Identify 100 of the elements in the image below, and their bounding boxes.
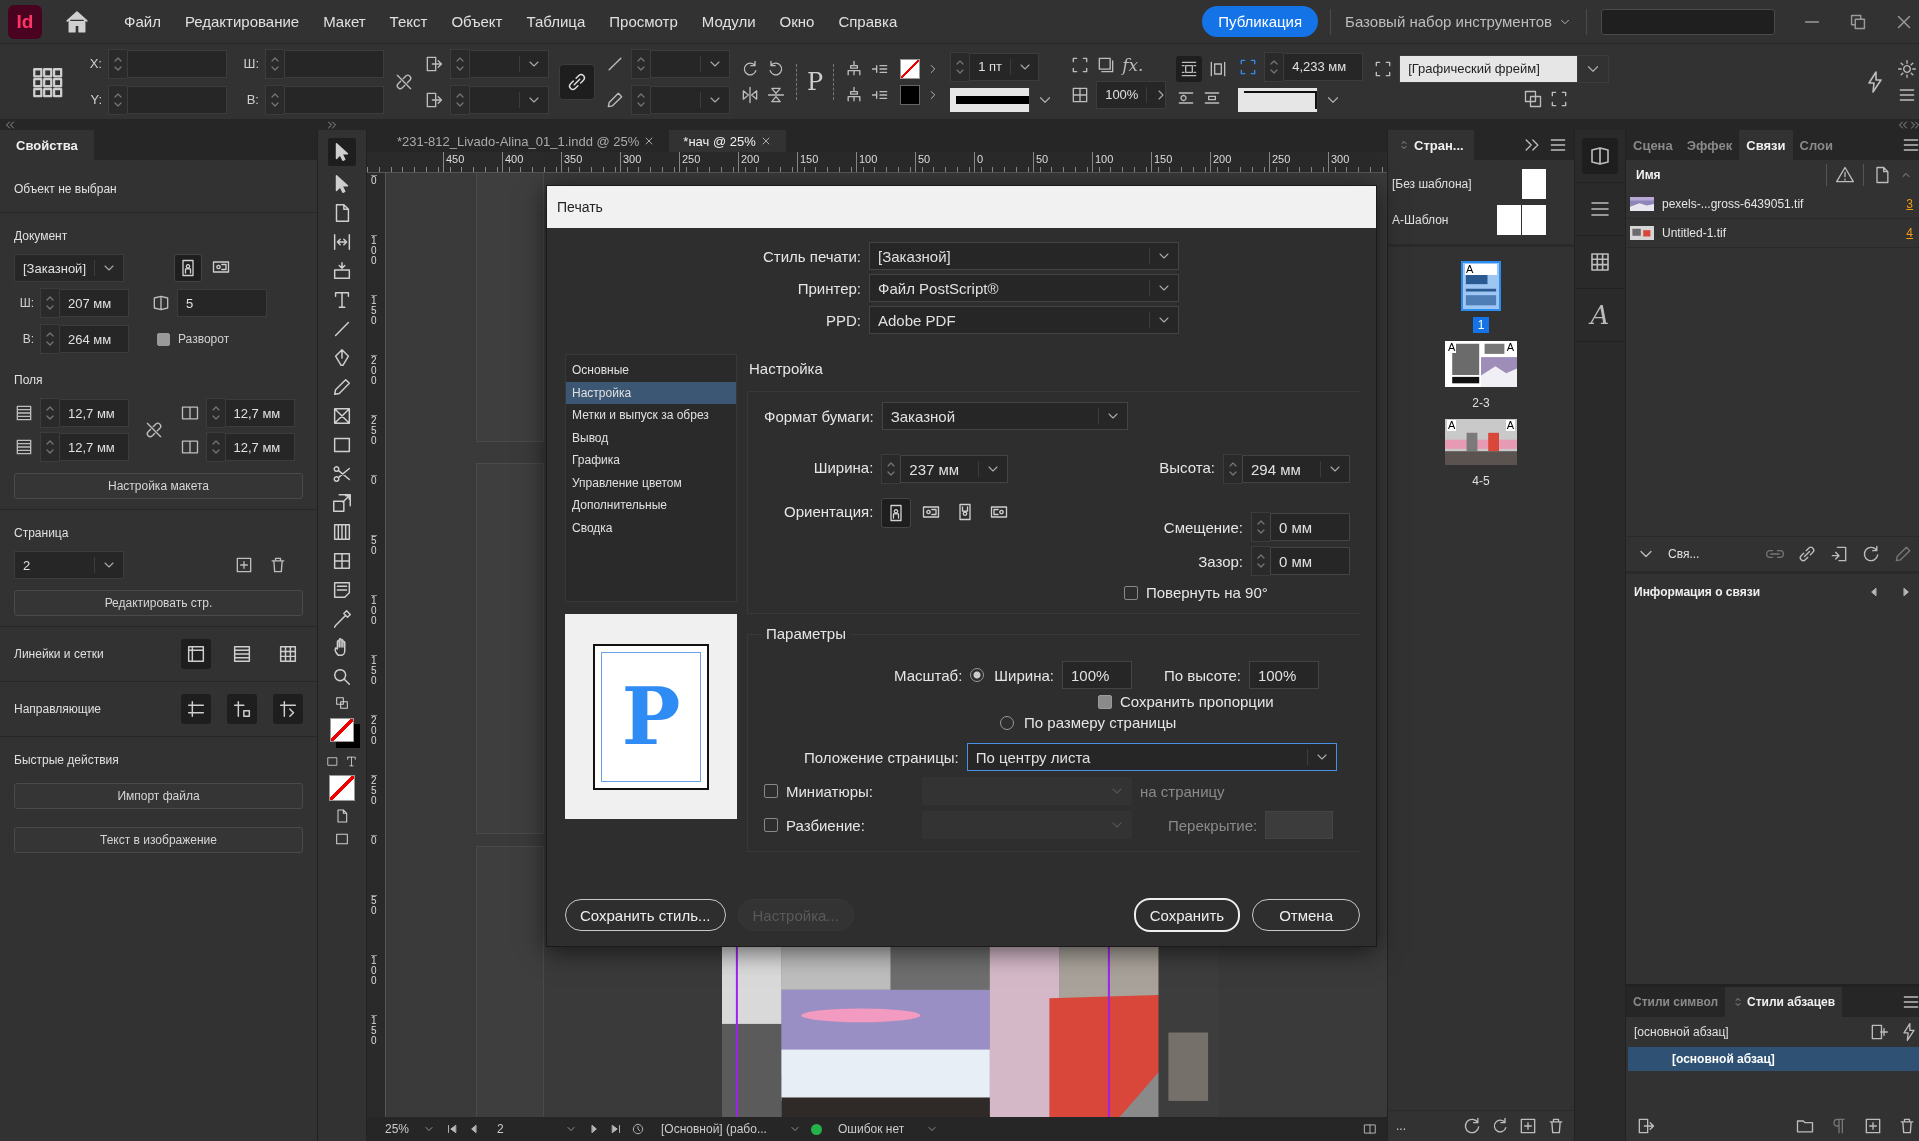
broken-link-icon[interactable]	[143, 420, 164, 440]
panel-tab[interactable]: Стран...	[1388, 130, 1474, 160]
menu-item[interactable]: Справка	[826, 13, 910, 30]
object-style-dropdown[interactable]: [Графический фрейм]	[1399, 54, 1610, 83]
scale-width-radio[interactable]: Ширина:	[970, 666, 1054, 684]
action-button[interactable]: Импорт файла	[14, 783, 303, 809]
search-icon[interactable]	[331, 666, 353, 688]
link-icon[interactable]	[559, 63, 595, 100]
page-link[interactable]: 3	[1906, 197, 1913, 211]
style-item[interactable]: [основной абзац]	[1628, 1047, 1919, 1071]
list-item[interactable]: Метки и выпуск за обрез	[566, 404, 736, 427]
spinner-icon[interactable]	[1251, 546, 1270, 576]
portrait-button[interactable]	[174, 254, 202, 282]
publish-button[interactable]: Публикация	[1202, 6, 1319, 37]
spinner-icon[interactable]	[40, 432, 59, 462]
link-icon[interactable]	[1797, 543, 1817, 564]
spinner-icon[interactable]	[40, 288, 59, 318]
list-item[interactable]: Графика	[566, 449, 736, 472]
fill-swatch[interactable]	[900, 58, 921, 79]
thumbnails-checkbox[interactable]: Миниатюры:	[764, 782, 914, 800]
menu-item[interactable]: Объект	[439, 13, 515, 30]
dialog-button[interactable]: Сохранить	[1133, 898, 1241, 932]
input-field[interactable]: 0 мм	[1270, 547, 1350, 575]
layout-button[interactable]: Настройка макета	[14, 473, 303, 499]
smart-guides-icon[interactable]	[273, 694, 303, 724]
rotate-checkbox[interactable]: Повернуть на 90°	[1124, 584, 1350, 601]
panel-tab[interactable]: Свойства	[0, 130, 94, 160]
apply-none-swatch[interactable]	[329, 775, 355, 801]
link-info-toggle[interactable]: Свя...	[1668, 546, 1700, 561]
input-field[interactable]: 12,7 мм	[59, 433, 129, 461]
update-icon[interactable]	[1861, 543, 1881, 564]
spinner-icon[interactable]	[1223, 454, 1242, 484]
list-item[interactable]: Управление цветом	[566, 471, 736, 494]
spinner-icon[interactable]	[40, 398, 59, 428]
panel-tab[interactable]: Сцена	[1626, 130, 1680, 160]
list-item[interactable]: Сводка	[566, 516, 736, 539]
panel-tab[interactable]: Стили символ	[1626, 987, 1726, 1017]
frame-tool-icon[interactable]	[331, 405, 353, 427]
tiling-checkbox[interactable]: Разбиение:	[764, 816, 914, 834]
note-icon[interactable]	[331, 579, 353, 601]
page-dropdown[interactable]: 2	[14, 551, 124, 579]
opacity-field[interactable]: 100%	[1096, 80, 1167, 109]
master-thumbnail[interactable]	[1497, 205, 1546, 235]
input-field[interactable]: 100%	[1062, 661, 1132, 689]
new-style-icon[interactable]	[1869, 1022, 1889, 1042]
orientation-button[interactable]	[881, 498, 912, 528]
input-field[interactable]: 12,7 мм	[224, 399, 295, 427]
menu-item[interactable]: Текст	[377, 13, 440, 30]
list-item[interactable]: Дополнительные	[566, 494, 736, 517]
effects-button[interactable]: fx.	[1122, 54, 1144, 75]
preset-dropdown[interactable]: [Заказной]	[14, 254, 124, 282]
rulers-icon[interactable]	[181, 639, 211, 669]
panel-tab[interactable]: Стили абзацев	[1725, 987, 1843, 1017]
first-page-icon[interactable]	[445, 1122, 459, 1136]
paper-size-dropdown[interactable]: Заказной	[881, 402, 1128, 430]
panel-tab[interactable]: Эффек	[1679, 130, 1740, 160]
selection-tool-icon[interactable]	[328, 138, 356, 166]
master-thumbnail[interactable]	[1522, 169, 1546, 199]
pages-icon[interactable]	[1582, 138, 1618, 174]
menu-item[interactable]: Файл	[112, 13, 173, 30]
action-button[interactable]: Текст в изображение	[14, 827, 303, 853]
app-logo[interactable]: Id	[8, 4, 42, 39]
file-name[interactable]: pexels-...gross-6439051.tif	[1662, 197, 1804, 211]
text-wrap-icon[interactable]	[1176, 55, 1203, 82]
gap-tool-icon[interactable]	[331, 231, 353, 253]
stroke-style-dropdown[interactable]	[950, 87, 1061, 112]
stroke-weight-dropdown[interactable]: 1 пт	[969, 52, 1040, 81]
page-thumbnail[interactable]: A	[1461, 261, 1501, 311]
frame-glyph-button[interactable]: P	[796, 63, 835, 100]
input-field[interactable]: 264 мм	[59, 325, 129, 353]
pencil-tool-icon[interactable]	[331, 376, 353, 398]
stroke-swatch[interactable]	[900, 84, 921, 105]
guides-icon[interactable]	[181, 694, 211, 724]
page-position-dropdown[interactable]: По центру листа	[966, 743, 1337, 771]
page-thumbnail[interactable]: A A	[1443, 417, 1519, 467]
last-page-icon[interactable]	[609, 1122, 623, 1136]
input-field[interactable]: 12,7 мм	[59, 399, 129, 427]
character-styles-button[interactable]: A	[1590, 300, 1610, 330]
workspace-switcher[interactable]: Базовый набор инструментов	[1331, 13, 1586, 30]
dropdown[interactable]: Adobe PDF	[869, 306, 1179, 334]
panel-tab[interactable]: Слои	[1792, 130, 1840, 160]
menu-item[interactable]: Окно	[767, 13, 827, 30]
document-tab[interactable]: *нач @ 25%	[669, 130, 786, 152]
list-item[interactable]: Настройка	[566, 381, 736, 404]
master-label[interactable]: А-Шаблон	[1392, 213, 1449, 227]
facing-pages-checkbox[interactable]: Разворот	[157, 332, 230, 346]
add-page-icon[interactable]	[234, 555, 254, 575]
proportions-checkbox[interactable]: Сохранить пропорции	[1098, 693, 1350, 710]
dropdown[interactable]: Файл PostScript®	[869, 274, 1179, 302]
menu-item[interactable]: Просмотр	[597, 13, 690, 30]
edit-page-button[interactable]: Редактировать стр.	[14, 590, 303, 616]
scissors-icon[interactable]	[331, 463, 353, 485]
gradient-icon[interactable]	[331, 521, 353, 543]
more-button[interactable]: ...	[1396, 1119, 1406, 1133]
dropdown[interactable]: [Заказной]	[869, 242, 1179, 270]
dropdown[interactable]: 294 мм	[1242, 455, 1350, 483]
new-page-icon[interactable]	[1518, 1116, 1538, 1136]
file-name[interactable]: Untitled-1.tif	[1662, 226, 1727, 240]
page-link[interactable]: 4	[1906, 226, 1913, 240]
input-field[interactable]: 0 мм	[1270, 513, 1350, 541]
